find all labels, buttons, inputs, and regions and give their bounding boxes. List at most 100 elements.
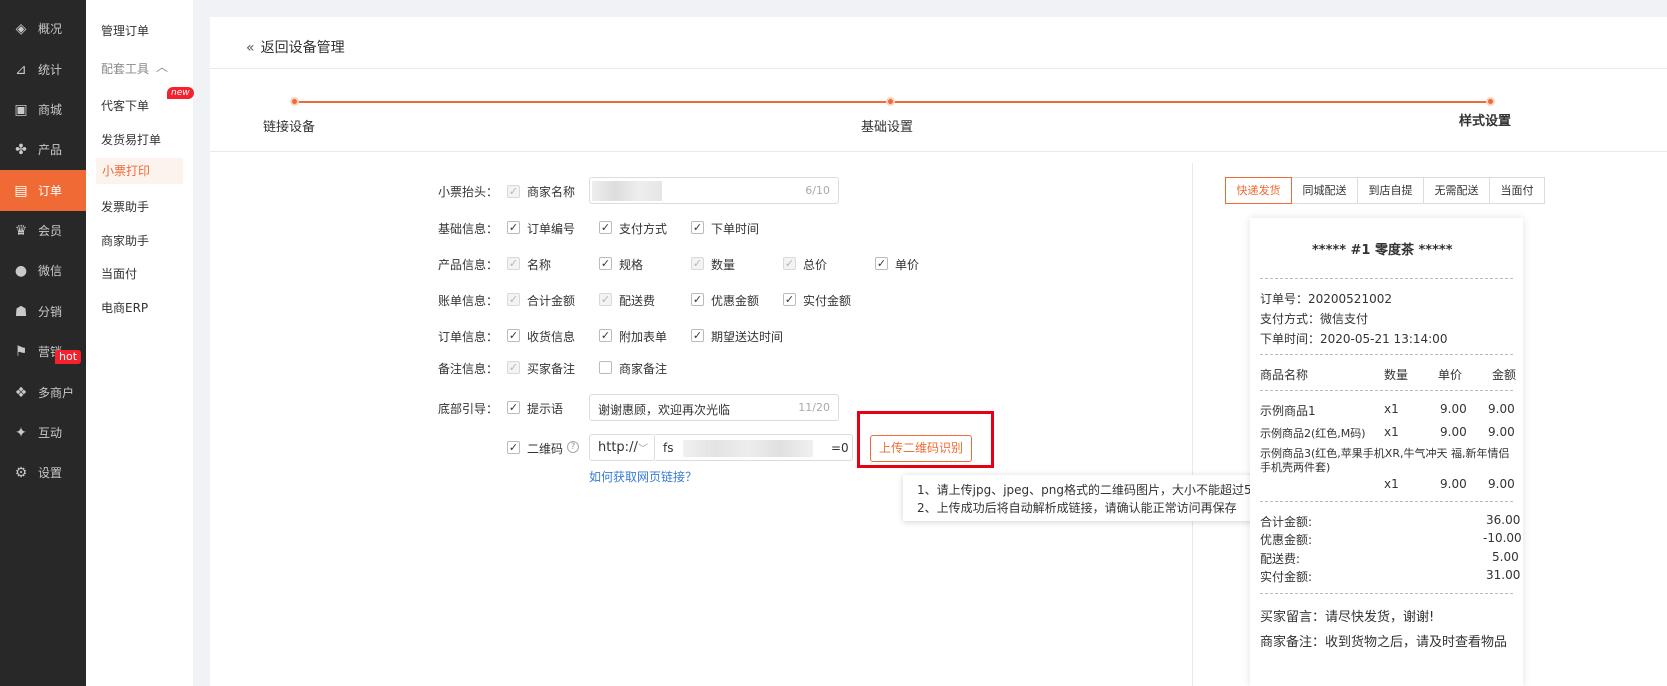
step-style-settings: 样式设置 xyxy=(1459,114,1512,129)
sub-item-ship-print[interactable]: 发货易打单 xyxy=(101,131,161,148)
question-icon[interactable]: ? xyxy=(567,441,579,453)
checkbox-label: 订单编号 xyxy=(527,222,576,236)
checkbox-tip[interactable]: ✓ xyxy=(507,401,520,414)
checkbox-order-no[interactable]: ✓ xyxy=(507,221,520,234)
nav-item-settings[interactable]: ⚙ 设置 xyxy=(0,452,86,493)
checkbox-label: 提示语 xyxy=(527,402,564,416)
checkbox-label: 支付方式 xyxy=(619,222,668,236)
merchant-icon: ❖ xyxy=(14,384,28,401)
checkbox-extra-form[interactable]: ✓ xyxy=(599,329,612,342)
upload-tooltip: 1、请上传jpg、jpeg、png格式的二维码图片，大小不能超过5MB 2、上传… xyxy=(903,475,1273,521)
goods-qty: x1 xyxy=(1384,425,1399,439)
layers-icon: ◈ xyxy=(15,20,27,37)
blurred-value xyxy=(683,440,813,457)
sub-item-receipt-print[interactable]: 小票打印 xyxy=(96,158,183,184)
nav-item-distribute[interactable]: ☗ 分销 xyxy=(0,291,86,332)
checkbox-spec[interactable]: ✓ xyxy=(599,257,612,270)
discount-value: -10.00 xyxy=(1483,531,1522,545)
tab-city[interactable]: 同城配送 xyxy=(1291,177,1358,204)
chevron-up-icon[interactable]: ︿ xyxy=(156,58,168,75)
sub-item-proxy-order[interactable]: 代客下单 new xyxy=(101,87,194,114)
new-badge: new xyxy=(167,87,194,99)
checkbox-label: 下单时间 xyxy=(711,222,760,236)
goods-qty: x1 xyxy=(1384,402,1399,416)
checkbox-product-name[interactable]: ✓ xyxy=(507,257,520,270)
checkbox-expected-time[interactable]: ✓ xyxy=(691,329,704,342)
checkbox-delivery-fee[interactable]: ✓ xyxy=(599,293,612,306)
nav-item-member[interactable]: ♛ 会员 xyxy=(0,210,86,251)
nav-item-product[interactable]: ✤ 产品 xyxy=(0,129,86,170)
back-link[interactable]: « 返回设备管理 xyxy=(246,37,345,57)
tab-face-pay[interactable]: 当面付 xyxy=(1489,177,1545,204)
receipt-order-no: 订单号：20200521002 xyxy=(1260,292,1392,306)
nav-item-merchant[interactable]: ❖ 多商户 xyxy=(0,372,86,413)
checkbox-label: 收货信息 xyxy=(527,330,576,344)
nav-item-stats[interactable]: ⊿ 统计 xyxy=(0,49,86,90)
tip-value: 谢谢惠顾，欢迎再次光临 xyxy=(598,403,731,417)
nav-item-order[interactable]: ▤ 订单 xyxy=(0,170,86,211)
checkbox-receiver[interactable]: ✓ xyxy=(507,329,520,342)
checkbox-qrcode[interactable]: ✓ xyxy=(507,441,520,454)
paid-value: 31.00 xyxy=(1486,568,1521,582)
label-order: 订单信息： xyxy=(437,330,498,344)
checkbox-pay-method[interactable]: ✓ xyxy=(599,221,612,234)
dashed-divider xyxy=(1260,593,1513,594)
label-footer: 底部引导： xyxy=(437,402,498,416)
label-basic: 基础信息： xyxy=(437,222,498,236)
goods-price: 9.00 xyxy=(1440,402,1467,416)
checkbox-label: 买家备注 xyxy=(527,362,576,376)
checkbox-order-time[interactable]: ✓ xyxy=(691,221,704,234)
url-value-start: fs xyxy=(663,441,674,455)
discount-label: 优惠金额: xyxy=(1260,533,1313,547)
label-bill: 账单信息： xyxy=(437,294,498,308)
sub-item-erp[interactable]: 电商ERP xyxy=(101,299,148,316)
how-to-get-link[interactable]: 如何获取网页链接？ xyxy=(589,468,697,485)
paid-label: 实付金额: xyxy=(1260,570,1313,584)
dashed-divider xyxy=(1260,501,1513,502)
nav-item-interact[interactable]: ✦ 互动 xyxy=(0,412,86,453)
receipt-preview: ***** #1 零度茶 ***** 订单号：20200521002 支付方式：… xyxy=(1250,218,1523,686)
sub-group-tools[interactable]: 配套工具 xyxy=(101,60,149,77)
checkbox-merchant-name[interactable]: ✓ xyxy=(507,185,520,198)
col-name: 商品名称 xyxy=(1260,368,1309,382)
merchant-name-input[interactable]: 6/10 xyxy=(589,177,839,204)
sub-item-face-pay[interactable]: 当面付 xyxy=(101,265,137,282)
sub-item-invoice[interactable]: 发票助手 xyxy=(101,198,149,215)
checkbox-buyer-note[interactable]: ✓ xyxy=(507,361,520,374)
nav-item-label: 会员 xyxy=(38,224,63,238)
checkbox-seller-note[interactable] xyxy=(599,361,612,374)
stats-icon: ⊿ xyxy=(15,61,27,78)
tab-express[interactable]: 快递发货 xyxy=(1225,177,1292,204)
checkbox-discount[interactable]: ✓ xyxy=(691,293,704,306)
checkbox-sum[interactable]: ✓ xyxy=(507,293,520,306)
step-dot xyxy=(886,97,895,106)
checkbox-label: 配送费 xyxy=(619,294,656,308)
url-input[interactable]: fs =0 xyxy=(655,434,853,461)
tab-no-delivery[interactable]: 无需配送 xyxy=(1423,177,1490,204)
protocol-select[interactable]: http:// ﹀ xyxy=(589,434,655,461)
upload-qrcode-button[interactable]: 上传二维码识别 xyxy=(870,435,972,462)
nav-item-label: 微信 xyxy=(38,264,63,278)
checkbox-qty[interactable]: ✓ xyxy=(691,257,704,270)
divider xyxy=(1192,163,1193,686)
tip-input[interactable]: 谢谢惠顾，欢迎再次光临 11/20 xyxy=(589,394,839,421)
nav-item-store[interactable]: ▣ 商城 xyxy=(0,89,86,130)
col-amount: 金额 xyxy=(1492,368,1517,382)
nav-item-label: 分销 xyxy=(38,305,63,319)
sub-item-manage-orders[interactable]: 管理订单 xyxy=(101,22,149,39)
checkbox-unit-price[interactable]: ✓ xyxy=(875,257,888,270)
checkbox-paid[interactable]: ✓ xyxy=(783,293,796,306)
goods-price: 9.00 xyxy=(1440,477,1467,491)
checkbox-total[interactable]: ✓ xyxy=(783,257,796,270)
delivery-label: 配送费: xyxy=(1260,552,1301,566)
nav-item-overview[interactable]: ◈ 概况 xyxy=(0,8,86,49)
seller-note: 商家备注：收到货物之后，请及时查看物品 xyxy=(1260,635,1508,650)
sub-item-merchant-helper[interactable]: 商家助手 xyxy=(101,232,149,249)
receipt-time: 下单时间：2020-05-21 13:14:00 xyxy=(1260,332,1448,346)
checkbox-label: 二维码 xyxy=(527,442,564,456)
nav-item-wechat[interactable]: ● 微信 xyxy=(0,250,86,291)
tooltip-line: 1、请上传jpg、jpeg、png格式的二维码图片，大小不能超过5MB xyxy=(917,483,1271,497)
char-counter: 11/20 xyxy=(798,401,830,414)
tab-pickup[interactable]: 到店自提 xyxy=(1357,177,1424,204)
goods-name: 示例商品1 xyxy=(1260,404,1316,418)
